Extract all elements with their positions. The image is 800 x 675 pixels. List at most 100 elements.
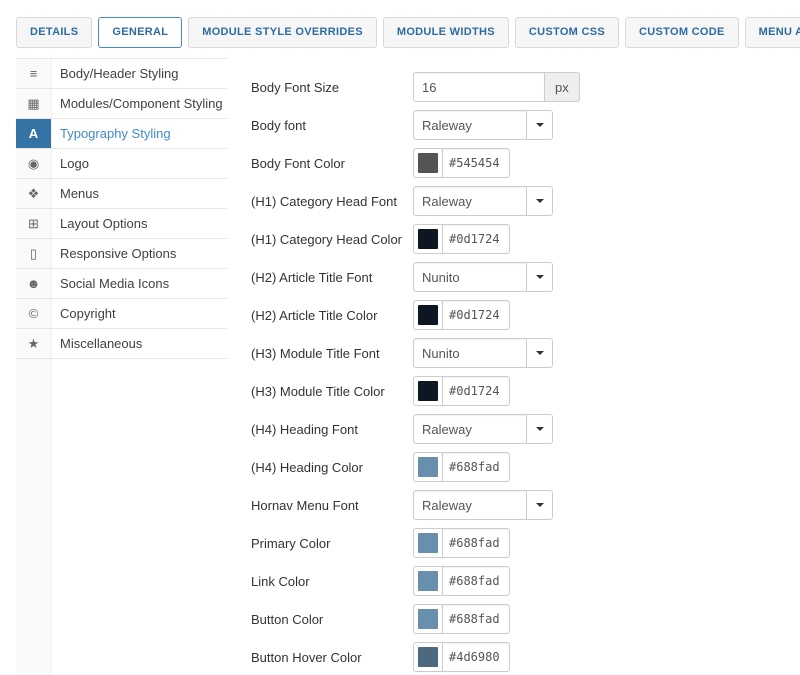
button-color-swatch[interactable] <box>413 604 443 634</box>
sidebar-item-layout-options[interactable]: ⊞ Layout Options <box>16 209 227 239</box>
sidebar-item-responsive-options[interactable]: ▯ Responsive Options <box>16 239 227 269</box>
h3-module-title-font-input[interactable] <box>413 338 527 368</box>
sidebar-item-typography-styling[interactable]: A Typography Styling <box>16 119 227 149</box>
sidebar-item-copyright[interactable]: © Copyright <box>16 299 227 329</box>
sidebar-item-modules-component-styling[interactable]: ▦ Modules/Component Styling <box>16 89 227 119</box>
field-h2-article-title-font: (H2) Article Title Font <box>251 262 784 292</box>
star-icon: ★ <box>27 335 40 351</box>
sidebar-item-label: Layout Options <box>60 216 148 231</box>
tab-details[interactable]: DETAILS <box>16 17 93 48</box>
color-swatch <box>418 305 438 325</box>
h2-article-title-color-input[interactable] <box>442 300 510 330</box>
primary-color-input[interactable] <box>442 528 510 558</box>
field-h4-heading-font: (H4) Heading Font <box>251 414 784 444</box>
field-h3-module-title-font: (H3) Module Title Font <box>251 338 784 368</box>
primary-color-swatch[interactable] <box>413 528 443 558</box>
sidebar-item-body-header-styling[interactable]: ≡ Body/Header Styling <box>16 59 227 89</box>
field-label: (H4) Heading Color <box>251 459 363 475</box>
button-hover-color-input[interactable] <box>442 642 510 672</box>
tab-bar: DETAILS GENERAL MODULE STYLE OVERRIDES MODU… <box>0 0 800 58</box>
h2-article-title-font-input[interactable] <box>413 262 527 292</box>
link-color-input[interactable] <box>442 566 510 596</box>
chevron-down-icon <box>535 351 544 355</box>
copyright-icon: © <box>28 306 39 321</box>
field-button-color: Button Color <box>251 604 784 634</box>
field-label: (H2) Article Title Font <box>251 269 373 285</box>
h3-module-title-color-swatch[interactable] <box>413 376 443 406</box>
color-group <box>413 566 510 596</box>
h4-heading-font-dropdown-button[interactable] <box>526 414 553 444</box>
tab-custom-css[interactable]: CUSTOM CSS <box>514 17 620 48</box>
h1-category-head-color-input[interactable] <box>442 224 510 254</box>
h1-category-head-color-swatch[interactable] <box>413 224 443 254</box>
field-button-hover-color: Button Hover Color <box>251 642 784 672</box>
sidebar-item-label: Body/Header Styling <box>60 66 179 81</box>
settings-layout: ≡ Body/Header Styling ▦ Modules/Component S… <box>0 58 800 675</box>
h2-article-title-color-swatch[interactable] <box>413 300 443 330</box>
font-combo <box>413 110 553 140</box>
field-link-color: Link Color <box>251 566 784 596</box>
tab-custom-code[interactable]: CUSTOM CODE <box>625 17 739 48</box>
h1-category-head-font-input[interactable] <box>413 186 527 216</box>
chevron-down-icon <box>535 275 544 279</box>
field-label: Button Hover Color <box>251 649 362 665</box>
sidebar-item-label: Modules/Component Styling <box>60 96 223 111</box>
tab-general[interactable]: GENERAL <box>98 17 183 48</box>
field-label: (H3) Module Title Font <box>251 345 380 361</box>
field-h1-category-head-font: (H1) Category Head Font <box>251 186 784 216</box>
field-label: Button Color <box>251 611 324 627</box>
sidebar-item-label: Logo <box>60 156 89 171</box>
h4-heading-color-input[interactable] <box>442 452 510 482</box>
font-combo <box>413 262 553 292</box>
field-body-font-color: Body Font Color <box>251 148 784 178</box>
sidebar-item-label: Social Media Icons <box>60 276 170 291</box>
field-label: Body font <box>251 117 306 133</box>
tab-menu-assignment[interactable]: MENU ASSIGNMENT <box>744 17 800 48</box>
h4-heading-color-swatch[interactable] <box>413 452 443 482</box>
body-font-color-input[interactable] <box>442 148 510 178</box>
h3-module-title-font-dropdown-button[interactable] <box>526 338 553 368</box>
field-h1-category-head-color: (H1) Category Head Color <box>251 224 784 254</box>
body-font-size-input[interactable] <box>413 72 545 102</box>
link-color-swatch[interactable] <box>413 566 443 596</box>
field-label: (H3) Module Title Color <box>251 383 385 399</box>
h4-heading-font-input[interactable] <box>413 414 527 444</box>
settings-sidebar: ≡ Body/Header Styling ▦ Modules/Component S… <box>16 58 227 675</box>
color-group <box>413 604 510 634</box>
h1-category-head-font-dropdown-button[interactable] <box>526 186 553 216</box>
tab-module-widths[interactable]: MODULE WIDTHS <box>382 17 509 48</box>
hornav-menu-font-input[interactable] <box>413 490 527 520</box>
body-font-color-swatch[interactable] <box>413 148 443 178</box>
h3-module-title-color-input[interactable] <box>442 376 510 406</box>
users-icon: ☻ <box>26 276 41 291</box>
color-swatch <box>418 609 438 629</box>
field-label: Body Font Size <box>251 79 340 95</box>
field-body-font: Body font <box>251 110 784 140</box>
button-hover-color-swatch[interactable] <box>413 642 443 672</box>
field-label: Link Color <box>251 573 310 589</box>
sidebar-item-miscellaneous[interactable]: ★ Miscellaneous <box>16 329 227 359</box>
camera-icon: ◉ <box>27 155 40 171</box>
field-body-font-size: Body Font Size px <box>251 72 784 102</box>
input-group: px <box>413 72 580 102</box>
color-swatch <box>418 153 438 173</box>
layout-icon: ⊞ <box>28 215 39 231</box>
field-hornav-menu-font: Hornav Menu Font <box>251 490 784 520</box>
hornav-menu-font-dropdown-button[interactable] <box>526 490 553 520</box>
font-combo <box>413 414 553 444</box>
color-group <box>413 224 510 254</box>
grid-icon: ▦ <box>27 95 40 111</box>
h2-article-title-font-dropdown-button[interactable] <box>526 262 553 292</box>
color-swatch <box>418 229 438 249</box>
sidebar-item-logo[interactable]: ◉ Logo <box>16 149 227 179</box>
field-label: Body Font Color <box>251 155 345 171</box>
font-combo <box>413 186 553 216</box>
sidebar-item-menus[interactable]: ❖ Menus <box>16 179 227 209</box>
menu-lines-icon: ≡ <box>29 66 38 81</box>
button-color-input[interactable] <box>442 604 510 634</box>
tab-module-style-overrides[interactable]: MODULE STYLE OVERRIDES <box>188 17 377 48</box>
field-label: (H1) Category Head Font <box>251 193 397 209</box>
body-font-input[interactable] <box>413 110 527 140</box>
body-font-dropdown-button[interactable] <box>526 110 553 140</box>
sidebar-item-social-media-icons[interactable]: ☻ Social Media Icons <box>16 269 227 299</box>
